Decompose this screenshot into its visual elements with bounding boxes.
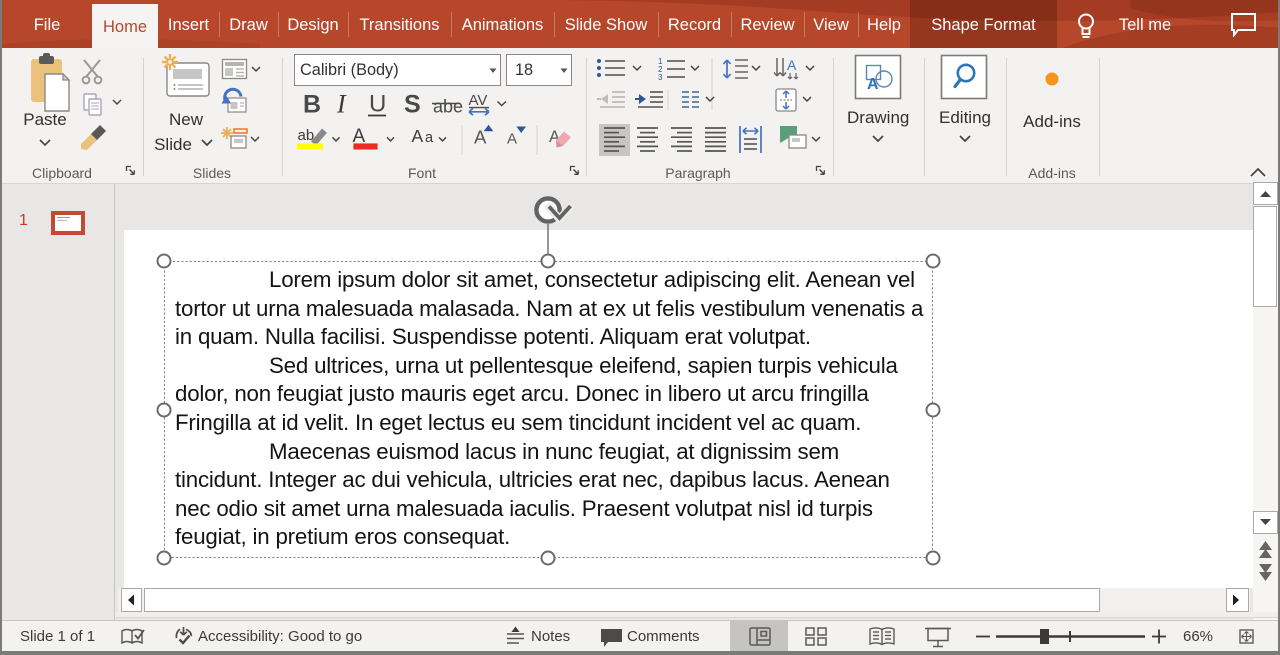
svg-text:S: S [404,91,421,119]
svg-text:A: A [867,76,879,93]
svg-text:I: I [336,90,347,119]
svg-text:a: a [425,130,434,146]
svg-text:AV: AV [469,92,488,109]
svg-text:3: 3 [658,73,663,82]
svg-text:A: A [507,130,517,147]
svg-text:A: A [787,57,797,73]
svg-text:A: A [412,126,424,146]
svg-text:U: U [369,91,386,118]
svg-text:abe: abe [433,97,463,117]
svg-text:B: B [303,91,321,119]
